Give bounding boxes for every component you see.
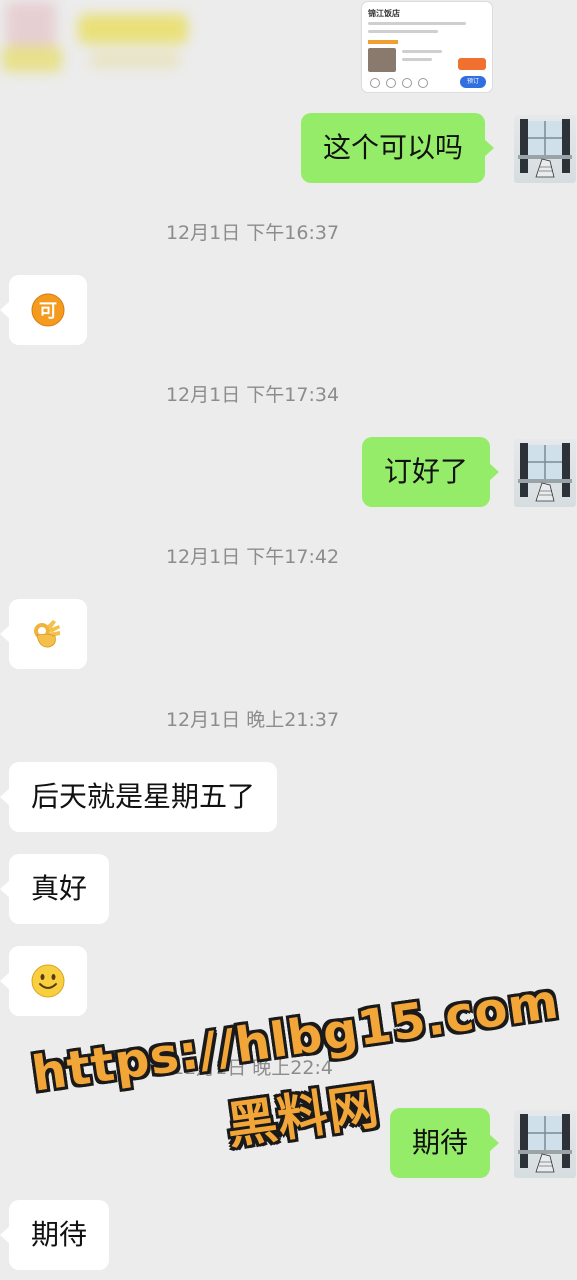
card-book-button: 预订 [460, 76, 486, 88]
shared-hotel-card[interactable]: 锦江饭店 预订 [362, 2, 492, 92]
self-avatar[interactable] [514, 115, 576, 183]
message-bubble-other[interactable]: 可 [0, 275, 87, 345]
message-bubble-self[interactable]: 期待 [390, 1108, 500, 1178]
message-bubble-self[interactable]: 这个可以吗 [301, 113, 495, 183]
timestamp: 12月1日 下午17:42 [165, 546, 340, 568]
self-avatar[interactable] [514, 1110, 576, 1178]
message-bubble-other[interactable]: 后天就是星期五了 [0, 762, 278, 832]
timestamp: 12月1日 晚上21:37 [165, 709, 340, 731]
smile-icon [31, 964, 65, 998]
card-thumbnail [368, 48, 396, 72]
message-bubble-other[interactable] [0, 946, 87, 1016]
price-badge [458, 58, 486, 70]
ok-hand-icon [34, 620, 60, 648]
blurred-header [0, 0, 200, 78]
message-bubble-other[interactable]: 期待 [0, 1200, 110, 1270]
self-avatar[interactable] [514, 439, 576, 507]
message-bubble-other[interactable] [0, 599, 87, 669]
timestamp: 12月1日 下午17:34 [165, 384, 340, 406]
ke-sticker-icon: 可 [31, 293, 65, 327]
message-bubble-self[interactable]: 订好了 [362, 437, 500, 507]
card-title: 锦江饭店 [368, 9, 400, 18]
svg-text:可: 可 [39, 301, 57, 322]
timestamp: 12月1日 下午16:37 [165, 222, 340, 244]
message-bubble-other[interactable]: 真好 [0, 854, 110, 924]
